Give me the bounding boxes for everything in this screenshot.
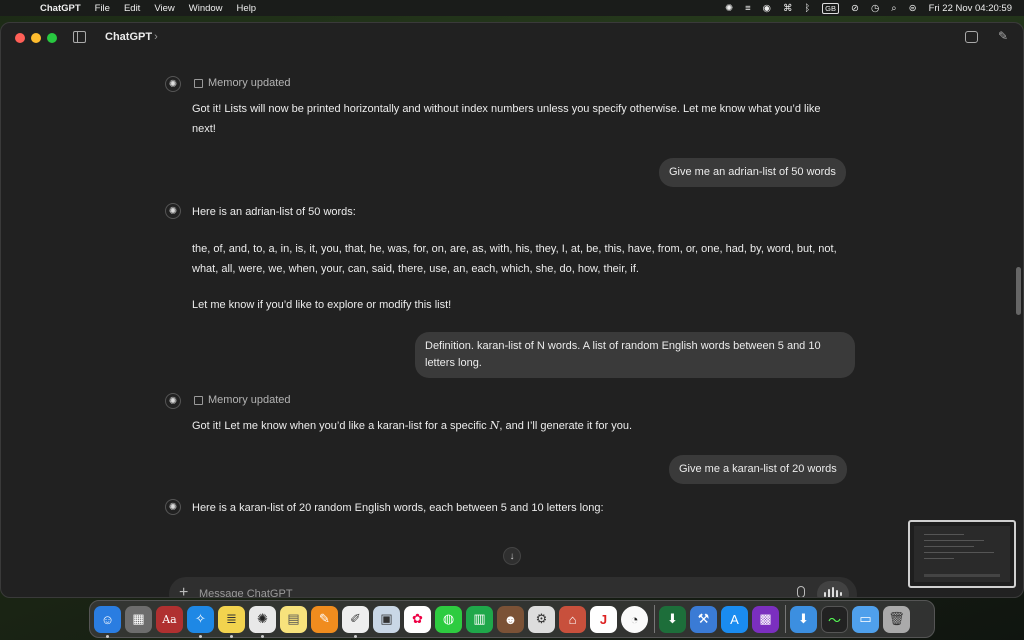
menu-edit[interactable]: Edit — [124, 3, 140, 14]
numbers-icon[interactable]: ▥ — [466, 605, 493, 633]
chatgpt-status-icon[interactable]: ✺ — [725, 3, 733, 14]
dock-divider — [785, 605, 786, 633]
window-title: ChatGPT — [105, 31, 153, 43]
xcode-icon[interactable]: ⚒ — [690, 605, 717, 633]
assistant-message: Got it! Lists will now be printed horizo… — [192, 103, 821, 135]
chatgpt-avatar-icon: ✺ — [165, 393, 181, 409]
user-message: Give me a karan-list of 20 words — [669, 455, 847, 484]
dock: ☺ ▦ Aa ✧ ≣ ✺ ▤ ✎ ✐ ▣ ✿ ◍ ▥ ☻ ⚙ ⌂ J ◔ ⬇ ⚒… — [89, 600, 935, 638]
datetime[interactable]: Fri 22 Nov 04:20:59 — [929, 3, 1012, 14]
model-selector[interactable]: ChatGPT › — [105, 31, 158, 43]
launchpad-icon[interactable]: ▦ — [125, 605, 152, 633]
message-input[interactable] — [199, 585, 779, 597]
preview-icon[interactable]: ▣ — [373, 605, 400, 633]
app-store-icon[interactable]: A — [721, 605, 748, 633]
app-icon[interactable]: ☻ — [497, 605, 524, 633]
assistant-message-outro: Let me know if you’d like to explore or … — [192, 299, 452, 311]
pages-icon[interactable]: ✎ — [311, 605, 338, 633]
assistant-text-part: Got it! Let me know when you’d like a ka… — [192, 420, 490, 432]
app-icon[interactable]: ⚙ — [528, 605, 555, 633]
memory-updated-label: Memory updated — [208, 77, 291, 89]
dictionary-icon[interactable]: Aa — [156, 605, 183, 633]
chatgpt-avatar-icon: ✺ — [165, 203, 181, 219]
trash-icon[interactable]: 🗑 — [883, 605, 910, 633]
command-key-icon[interactable]: ⌘ — [783, 3, 793, 14]
title-bar: ChatGPT › ✎ — [1, 23, 1023, 53]
sidebar-toggle-icon[interactable] — [73, 31, 86, 43]
voice-mode-button[interactable] — [817, 581, 849, 597]
zoom-window-button[interactable] — [47, 33, 57, 43]
message-composer: + GB — [169, 577, 857, 597]
scrollbar-thumb[interactable] — [1016, 267, 1021, 315]
wifi-off-icon[interactable]: ⊘ — [851, 3, 859, 14]
jetbrains-icon[interactable]: J — [590, 605, 617, 633]
textedit-icon[interactable]: ✐ — [342, 605, 369, 638]
user-message: Give me an adrian-list of 50 words — [659, 158, 846, 187]
scroll-to-bottom-button[interactable]: ↓ — [503, 547, 521, 565]
chatgpt-avatar-icon: ✺ — [165, 76, 181, 92]
user-message: Definition. karan-list of N words. A lis… — [415, 332, 855, 378]
assistant-message-intro: Here is a karan-list of 20 random Englis… — [192, 502, 604, 514]
microphone-icon[interactable] — [797, 586, 805, 597]
app-icon[interactable]: ▩ — [752, 605, 779, 633]
assistant-text-part: , and I’ll generate it for you. — [499, 420, 633, 432]
memory-updated-label: Memory updated — [208, 394, 291, 406]
status-area: ✺ ≡ ◉ ⌘ ᛒ GB ⊘ ◷ ⌕ ⊜ Fri 22 Nov 04:20:59 — [725, 2, 1024, 14]
assistant-message: Got it! Let me know when you’d like a ka… — [192, 416, 852, 436]
time-machine-icon[interactable]: ◷ — [871, 3, 879, 14]
attach-plus-icon[interactable]: + — [179, 584, 188, 597]
conversation: ✺ Memory updated Got it! Lists will now … — [1, 53, 1023, 597]
menu-help[interactable]: Help — [237, 3, 257, 14]
menu-view[interactable]: View — [154, 3, 174, 14]
assistant-word-list: the, of, and, to, a, in, is, it, you, th… — [192, 243, 837, 275]
excel-installer-icon[interactable]: ⬇ — [659, 605, 686, 633]
clock-icon[interactable]: ◔ — [621, 605, 648, 633]
memory-updated-indicator[interactable]: Memory updated — [194, 77, 291, 89]
notes-icon[interactable]: ▤ — [280, 605, 307, 633]
close-window-button[interactable] — [15, 33, 25, 43]
math-variable: N — [489, 419, 500, 432]
photos-icon[interactable]: ✿ — [404, 605, 431, 633]
screenshot-thumbnail[interactable] — [908, 520, 1016, 588]
messages-icon[interactable]: ◍ — [435, 605, 462, 633]
menu-app-name[interactable]: ChatGPT — [40, 3, 81, 14]
chatgpt-icon[interactable]: ✺ — [249, 605, 276, 638]
chatgpt-avatar-icon: ✺ — [165, 499, 181, 515]
bluetooth-icon[interactable]: ᛒ — [804, 3, 810, 14]
app-icon[interactable]: ⌂ — [559, 605, 586, 633]
assistant-message-intro: Here is an adrian-list of 50 words: — [192, 206, 356, 218]
finder-icon[interactable]: ☺ — [94, 605, 121, 638]
record-icon[interactable]: ◉ — [763, 3, 771, 14]
memory-icon — [194, 395, 203, 405]
search-icon[interactable]: ⌕ — [891, 3, 896, 14]
menu-file[interactable]: File — [95, 3, 110, 14]
memory-updated-indicator[interactable]: Memory updated — [194, 394, 291, 406]
new-chat-icon[interactable]: ✎ — [998, 30, 1011, 43]
minimize-window-button[interactable] — [31, 33, 41, 43]
folder-icon[interactable]: ▭ — [852, 605, 879, 633]
stickies-icon[interactable]: ≣ — [218, 605, 245, 638]
dock-divider — [654, 605, 655, 633]
downloads-folder-icon[interactable]: ⬇ — [790, 605, 817, 633]
battery-level-icon[interactable]: ≡ — [745, 3, 751, 14]
menu-window[interactable]: Window — [189, 3, 223, 14]
menu-bar: ChatGPT File Edit View Window Help ✺ ≡ ◉… — [0, 0, 1024, 16]
keyboard-input-label[interactable]: GB — [822, 2, 839, 14]
chatgpt-window: ChatGPT › ✎ ✺ Memory updated Got it! List… — [0, 22, 1024, 598]
activity-monitor-icon[interactable]: 〜 — [821, 605, 848, 633]
safari-icon[interactable]: ✧ — [187, 605, 214, 638]
control-center-icon[interactable]: ⊜ — [909, 3, 917, 14]
chevron-right-icon: › — [154, 31, 158, 43]
temporary-chat-icon[interactable] — [965, 31, 978, 43]
memory-icon — [194, 78, 203, 88]
